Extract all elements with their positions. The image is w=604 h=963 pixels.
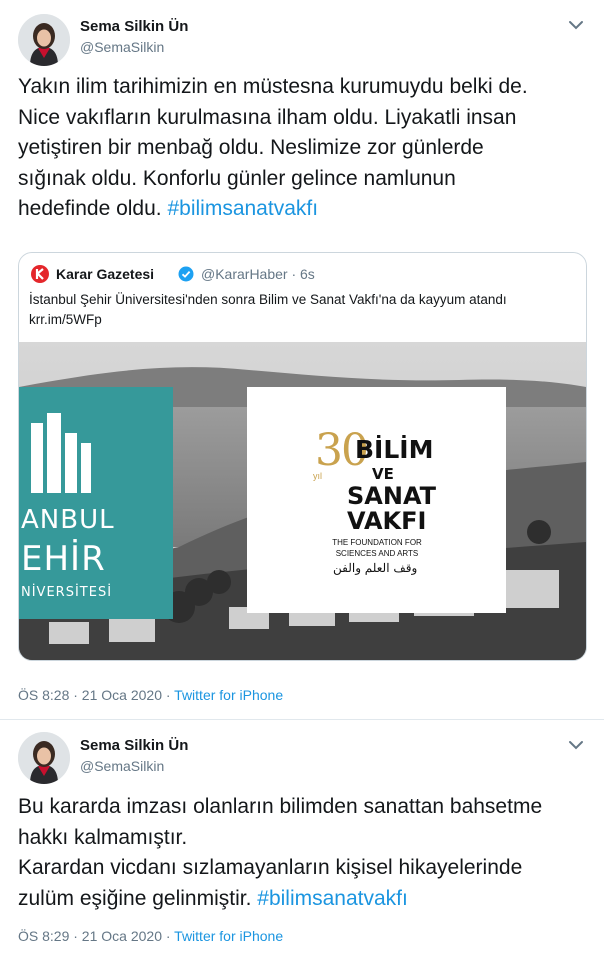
karar-logo-icon	[31, 265, 49, 283]
tweet-text-line: Nice vakıfların kurulmasına ilham oldu. …	[18, 105, 517, 129]
quoted-tweet-image[interactable]: ANBUL EHİR NİVERSİTESİ 30 yıl BİLİM VE S…	[19, 342, 586, 660]
logo-word-sanat: SANAT	[347, 482, 437, 510]
tweet-text: Bu kararda imzası olanların bilimden san…	[18, 792, 590, 914]
author-avatar[interactable]	[18, 14, 70, 66]
tweet-text: Yakın ilim tarihimizin en müstesna kurum…	[18, 72, 590, 225]
logo-word-ve: VE	[372, 465, 394, 483]
university-logo-panel: ANBUL EHİR NİVERSİTESİ	[19, 387, 173, 619]
quoted-author-handle[interactable]: @KararHaber · 6s	[201, 266, 315, 282]
author-handle[interactable]: @SemaSilkin	[80, 39, 164, 55]
quoted-tweet-text: İstanbul Şehir Üniversitesi'nden sonra B…	[29, 290, 579, 330]
tweet-meta: ÖS 8:29 · 21 Oca 2020 · Twitter for iPho…	[18, 928, 283, 944]
quoted-text-line: İstanbul Şehir Üniversitesi'nden sonra B…	[29, 292, 507, 307]
tweet-text-line: sığınak oldu. Konforlu günler gelince na…	[18, 166, 456, 190]
tweet-text-line: Bu kararda imzası olanların bilimden san…	[18, 795, 543, 818]
logo-arabic-text: وقف العلم والفن	[333, 561, 418, 575]
tweet-text-line: zulüm eşiğine gelinmiştir.	[18, 886, 258, 910]
logo-tagline-line-2: SCIENCES AND ARTS	[335, 549, 419, 558]
tweet-timestamp[interactable]: ÖS 8:28 · 21 Oca 2020 ·	[18, 687, 174, 703]
tweet-meta: ÖS 8:28 · 21 Oca 2020 · Twitter for iPho…	[18, 687, 283, 703]
university-name-line-1: ANBUL	[21, 505, 115, 535]
logo-tagline: THE FOUNDATION FOR SCIENCES AND ARTS	[322, 537, 432, 559]
verified-badge-icon	[178, 266, 194, 282]
logo-word-bilim: BİLİM	[355, 435, 434, 464]
quoted-author-name[interactable]: Karar Gazetesi	[56, 266, 154, 282]
chevron-down-icon[interactable]	[568, 19, 584, 31]
hashtag-link[interactable]: #bilimsanatvakfı	[257, 887, 408, 910]
anniversary-label: yıl	[313, 471, 322, 481]
author-handle[interactable]: @SemaSilkin	[80, 758, 164, 774]
tweet-text-line: hakkı kalmamıştır.	[18, 825, 188, 849]
author-name[interactable]: Sema Silkin Ün	[80, 737, 188, 754]
chevron-down-icon[interactable]	[568, 739, 584, 751]
logo-tagline-line-1: THE FOUNDATION FOR	[332, 538, 422, 547]
university-name-line-3: NİVERSİTESİ	[21, 585, 113, 600]
tweet-text-line: Karardan vicdanı sızlamayanların kişisel…	[18, 856, 523, 880]
tweet-text-line: Yakın ilim tarihimizin en müstesna kurum…	[18, 75, 528, 98]
logo-word-vakfi: VAKFI	[347, 507, 427, 535]
foundation-logo-panel: 30 yıl BİLİM VE SANAT VAKFI THE FOUNDATI…	[247, 387, 506, 613]
tweet-text-line: yetiştiren bir menbağ oldu. Neslimize zo…	[18, 136, 484, 160]
tweet-source-link[interactable]: Twitter for iPhone	[174, 687, 283, 703]
author-avatar[interactable]	[18, 732, 70, 784]
tweet-timestamp[interactable]: ÖS 8:29 · 21 Oca 2020 ·	[18, 928, 174, 944]
quoted-link[interactable]: krr.im/5WFp	[29, 310, 579, 330]
tweet-text-line: hedefinde oldu.	[18, 197, 168, 221]
author-name[interactable]: Sema Silkin Ün	[80, 18, 188, 35]
quoted-tweet-card[interactable]: Karar Gazetesi @KararHaber · 6s İstanbul…	[18, 252, 587, 661]
tweet-source-link[interactable]: Twitter for iPhone	[174, 928, 283, 944]
hashtag-link[interactable]: #bilimsanatvakfı	[167, 197, 318, 220]
tweet-divider	[0, 719, 604, 720]
university-name-line-2: EHİR	[21, 539, 106, 579]
